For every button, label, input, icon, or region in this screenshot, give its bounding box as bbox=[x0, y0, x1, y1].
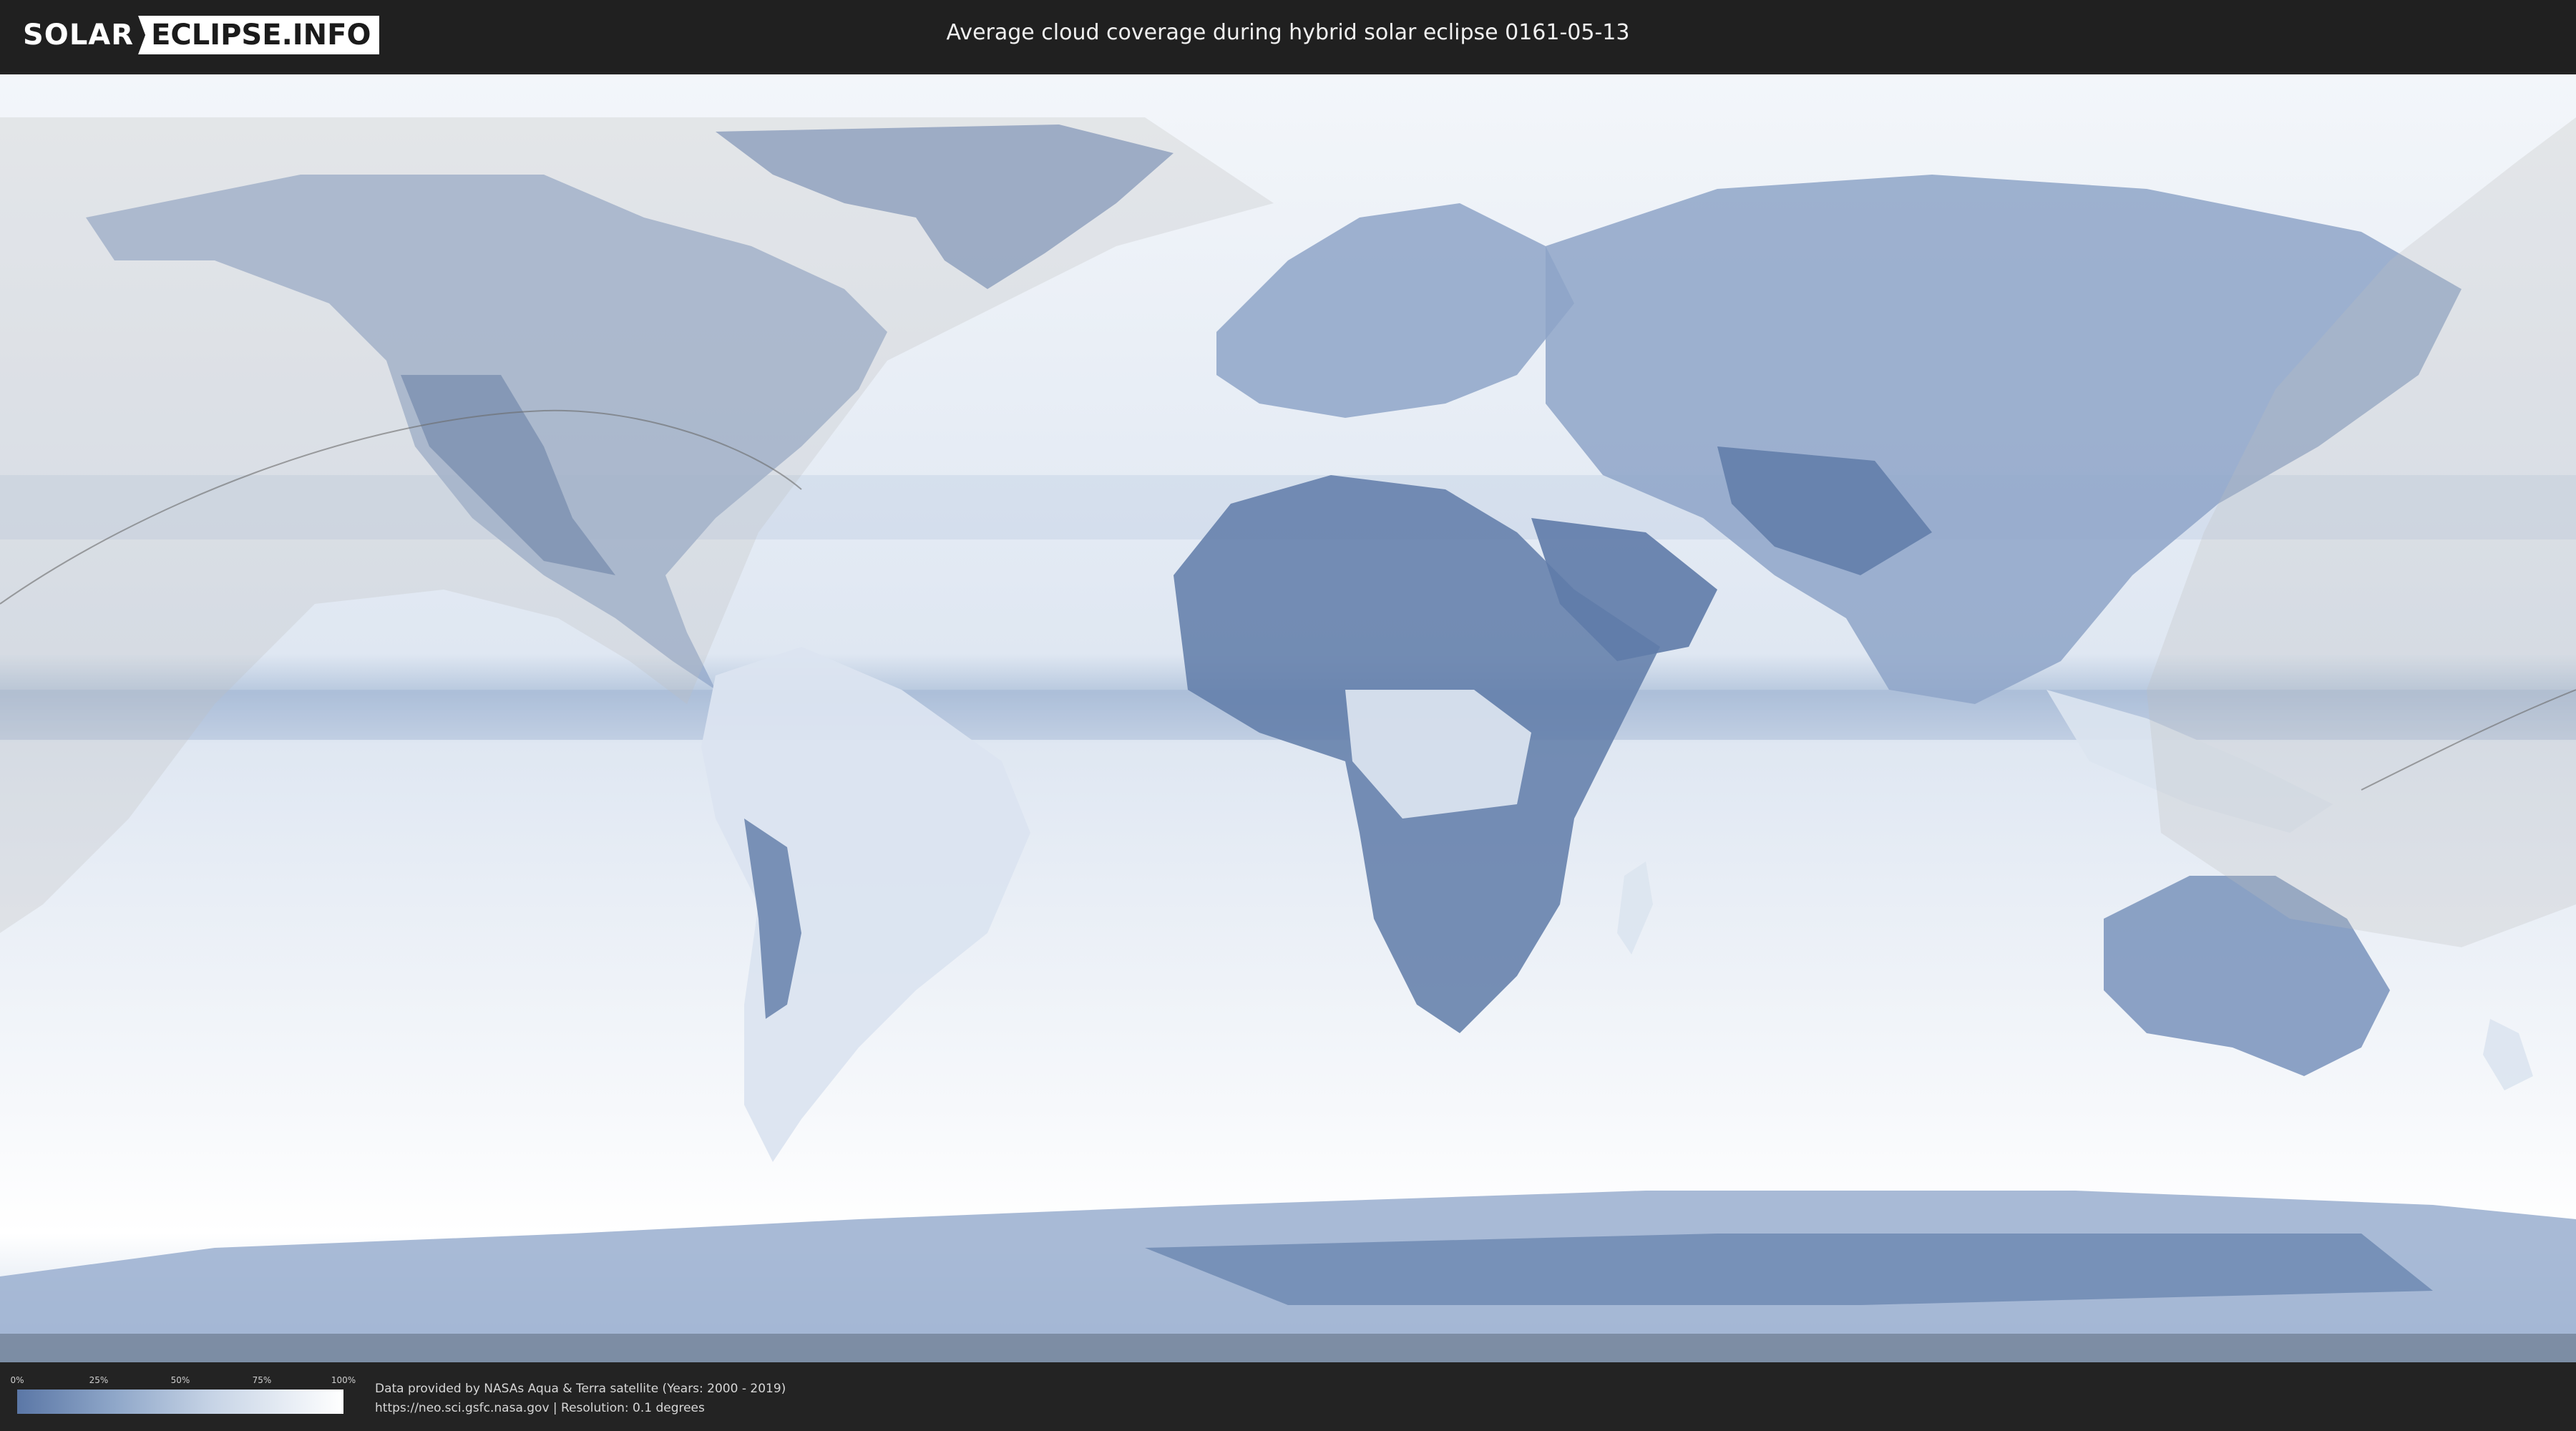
logo-text-eclipse-info: ECLIPSE.INFO bbox=[138, 16, 380, 54]
site-logo[interactable]: SOLAR ECLIPSE.INFO bbox=[23, 16, 380, 54]
legend-tick-0: 0% bbox=[10, 1375, 24, 1385]
cloud-coverage-map[interactable] bbox=[0, 74, 2576, 1362]
map-bottom-edge bbox=[0, 1334, 2576, 1362]
page-title: Average cloud coverage during hybrid sol… bbox=[946, 20, 1630, 45]
cloud-coverage-legend: 0% 25% 50% 75% 100% bbox=[10, 1375, 356, 1415]
legend-tick-25: 25% bbox=[89, 1375, 109, 1385]
credit-line-source: Data provided by NASAs Aqua & Terra sate… bbox=[375, 1382, 786, 1396]
legend-gradient-bar bbox=[17, 1390, 343, 1414]
legend-tick-75: 75% bbox=[252, 1375, 272, 1385]
legend-tick-100: 100% bbox=[331, 1375, 356, 1385]
footer-bar: 0% 25% 50% 75% 100% Data provided by NAS… bbox=[0, 1362, 2576, 1431]
region-east-antarctica-clear bbox=[1145, 1234, 2433, 1305]
data-credits: Data provided by NASAs Aqua & Terra sate… bbox=[375, 1379, 786, 1418]
legend-tick-50: 50% bbox=[170, 1375, 190, 1385]
header-bar: SOLAR ECLIPSE.INFO Average cloud coverag… bbox=[0, 0, 2576, 72]
legend-ticks: 0% 25% 50% 75% 100% bbox=[10, 1375, 356, 1387]
logo-text-solar: SOLAR bbox=[23, 19, 135, 52]
credit-line-url[interactable]: https://neo.sci.gsfc.nasa.gov | Resoluti… bbox=[375, 1399, 786, 1418]
